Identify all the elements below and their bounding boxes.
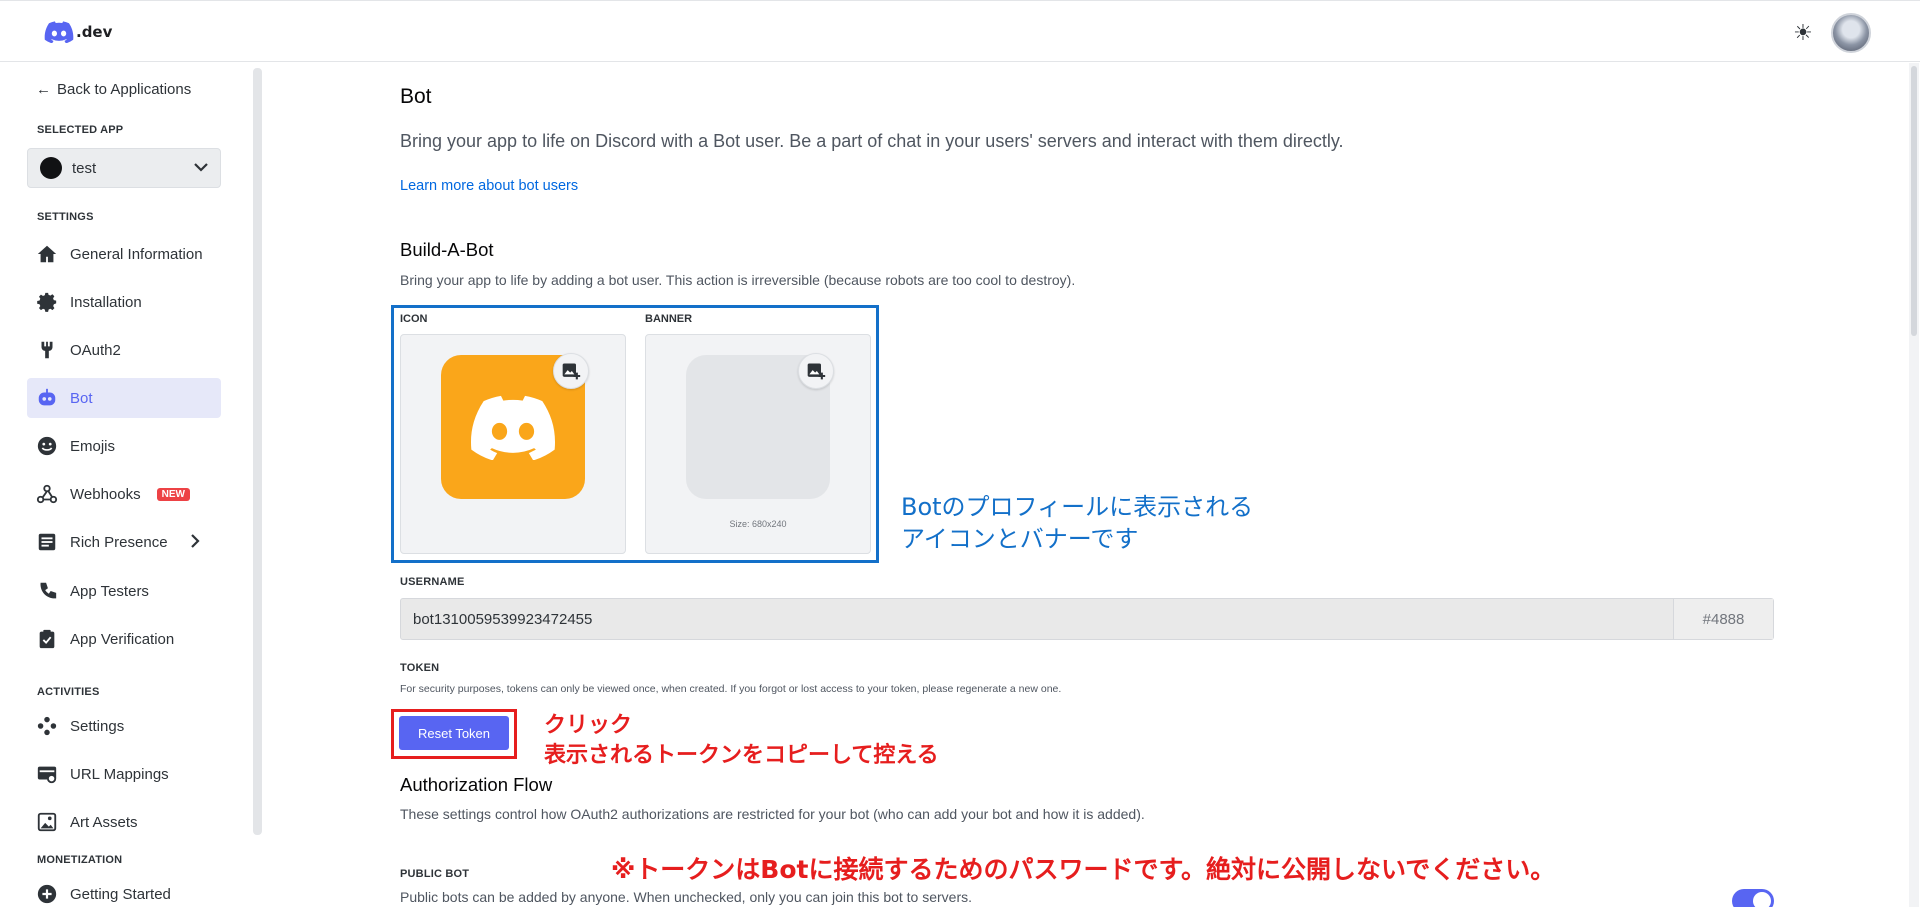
learn-more-link[interactable]: Learn more about bot users [400, 178, 578, 194]
sun-icon[interactable]: ☀ [1790, 20, 1816, 46]
back-link-label: Back to Applications [57, 81, 192, 98]
discord-logo-icon [471, 395, 556, 460]
arrow-left-icon: ← [36, 81, 51, 98]
image-annotation-line1: Botのプロフィールに表示される [901, 493, 1254, 521]
sidebar-item-webhooks[interactable]: Webhooks NEW [27, 474, 221, 514]
activities-section-label: ACTIVITIES [37, 686, 100, 698]
page-title: Bot [400, 85, 432, 108]
clipboard-check-icon [36, 628, 58, 650]
banner-upload[interactable]: Size: 680x240 [645, 334, 871, 554]
sidebar-item-label: Emojis [70, 437, 116, 455]
sidebar-item-label: Getting Started [70, 885, 171, 903]
gear-icon [36, 291, 58, 313]
back-to-applications-link[interactable]: ← Back to Applications [36, 81, 191, 98]
token-label: TOKEN [400, 662, 440, 674]
sidebar-item-label: App Verification [70, 630, 175, 648]
sidebar-item-bot[interactable]: Bot [27, 378, 221, 418]
selected-app-label: SELECTED APP [37, 124, 124, 136]
username-label: USERNAME [400, 576, 465, 588]
sidebar-item-label: URL Mappings [70, 765, 169, 783]
click-annotation: クリック [544, 713, 633, 738]
sidebar-item-label: General Information [70, 245, 203, 263]
reset-token-button[interactable]: Reset Token [399, 716, 509, 750]
discriminator: #4888 [1673, 599, 1773, 639]
sidebar-item-emojis[interactable]: Emojis [27, 426, 221, 466]
sidebar-item-label: Bot [70, 389, 93, 407]
discord-logo-icon [44, 21, 74, 43]
build-a-bot-heading: Build-A-Bot [400, 239, 494, 260]
sidebar-item-general-information[interactable]: General Information [27, 234, 221, 274]
home-icon [36, 243, 58, 265]
username-value: bot1310059539923472455 [413, 610, 593, 628]
public-bot-label: PUBLIC BOT [400, 868, 470, 880]
activity-settings-icon [36, 715, 58, 737]
smile-icon [36, 435, 58, 457]
sidebar-item-getting-started[interactable]: Getting Started [27, 874, 221, 907]
sidebar-item-app-testers[interactable]: App Testers [27, 571, 221, 611]
sidebar-item-label: Settings [70, 717, 125, 735]
sidebar-item-art-assets[interactable]: Art Assets [27, 802, 221, 842]
sidebar-item-label: OAuth2 [70, 341, 121, 359]
sidebar-item-url-mappings[interactable]: URL Mappings [27, 754, 221, 794]
page-description: Bring your app to life on Discord with a… [400, 131, 1344, 151]
toggle-knob [1753, 892, 1771, 907]
sidebar-item-rich-presence[interactable]: Rich Presence [27, 522, 221, 562]
chevron-down-icon [194, 159, 208, 177]
authorization-flow-heading: Authorization Flow [400, 774, 553, 795]
bot-icon [36, 387, 58, 409]
sidebar: ← Back to Applications SELECTED APP test… [0, 63, 255, 907]
username-field[interactable]: bot1310059539923472455 #4888 [400, 598, 1774, 640]
sidebar-item-label: Art Assets [70, 813, 138, 831]
banner-label: BANNER [645, 313, 693, 325]
sidebar-item-label: Rich Presence [70, 533, 168, 551]
sidebar-item-label: Webhooks [70, 485, 141, 503]
token-warning-annotation: ※トークンはBotに接続するためのパスワードです。絶対に公開しないでください。 [611, 855, 1556, 884]
build-a-bot-description: Bring your app to life by adding a bot u… [400, 272, 1076, 288]
person-icon [36, 580, 58, 602]
settings-section-label: SETTINGS [37, 211, 94, 223]
sidebar-item-label: Installation [70, 293, 142, 311]
icon-upload[interactable] [400, 334, 626, 554]
top-bar: .dev ☀ [0, 0, 1920, 62]
logo-text: .dev [76, 23, 113, 41]
plus-circle-icon [36, 883, 58, 905]
sidebar-item-app-verification[interactable]: App Verification [27, 619, 221, 659]
icon-label: ICON [400, 313, 428, 325]
public-bot-description: Public bots can be added by anyone. When… [400, 889, 973, 905]
app-selector-value: test [72, 159, 97, 177]
monetization-section-label: MONETIZATION [37, 854, 123, 866]
app-avatar [40, 157, 62, 179]
image-icon [36, 811, 58, 833]
token-description: For security purposes, tokens can only b… [400, 683, 1062, 695]
sidebar-item-label: App Testers [70, 582, 149, 600]
authorization-flow-description: These settings control how OAuth2 author… [400, 806, 1145, 822]
app-selector[interactable]: test [27, 148, 221, 188]
add-image-icon[interactable] [553, 353, 589, 389]
discord-dev-logo[interactable]: .dev [44, 21, 112, 43]
add-image-icon[interactable] [798, 353, 834, 389]
banner-size-hint: Size: 680x240 [729, 519, 787, 529]
image-annotation-line2: アイコンとバナーです [901, 525, 1139, 553]
chevron-right-icon [190, 532, 200, 553]
sidebar-item-oauth2[interactable]: OAuth2 [27, 330, 221, 370]
user-avatar[interactable] [1831, 13, 1871, 53]
url-icon [36, 763, 58, 785]
wrench-icon [36, 339, 58, 361]
webhook-icon [36, 483, 58, 505]
public-bot-toggle[interactable] [1732, 889, 1774, 907]
document-icon [36, 531, 58, 553]
sidebar-item-activity-settings[interactable]: Settings [27, 706, 221, 746]
sidebar-scrollbar[interactable] [253, 68, 262, 835]
copy-token-annotation: 表示されるトークンをコピーして控える [544, 743, 939, 768]
new-badge: NEW [156, 487, 190, 501]
page-scrollbar-thumb[interactable] [1911, 66, 1917, 336]
sidebar-item-installation[interactable]: Installation [27, 282, 221, 322]
